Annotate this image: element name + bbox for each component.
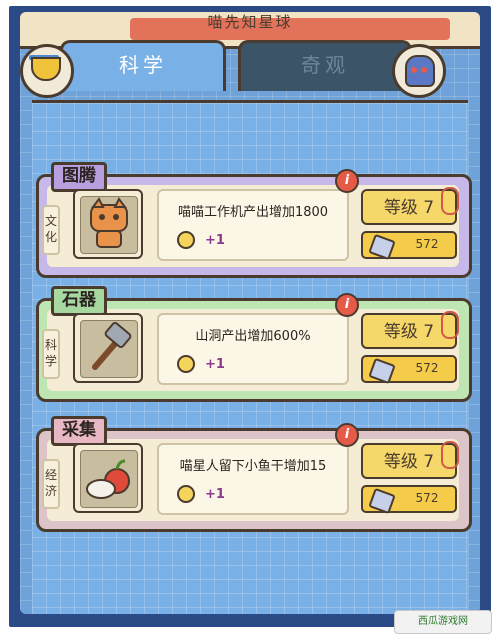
category-label: 采集 bbox=[51, 416, 107, 446]
paperclip-icon bbox=[441, 441, 459, 469]
paperclip-icon bbox=[441, 311, 459, 339]
cat-totem-icon bbox=[73, 189, 143, 259]
stone-hammer-graphic bbox=[92, 322, 132, 370]
icon-frame bbox=[80, 196, 138, 254]
icon-frame bbox=[80, 450, 138, 508]
side-label: 文化 bbox=[42, 205, 60, 255]
upgrade-card-totem: 图腾 文化 喵喵工作机产出增加1800 +1 i 等级 7 572 bbox=[36, 162, 472, 278]
robot-icon[interactable] bbox=[392, 44, 446, 98]
description-text: 喵喵工作机产出增加1800 bbox=[177, 205, 329, 220]
description-box: 山洞产出增加600% +1 bbox=[157, 313, 349, 385]
upgrade-card-stone-age: 石器 科学 山洞产出增加600% +1 i 等级 7 572 bbox=[36, 286, 472, 402]
info-icon[interactable]: i bbox=[335, 423, 359, 447]
robot-eye-right bbox=[421, 67, 427, 73]
robot-body bbox=[405, 55, 435, 87]
upgrade-card-gathering: 采集 经济 喵星人留下小鱼干增加15 +1 i 等级 7 572 bbox=[36, 416, 472, 532]
description-text: 山洞产出增加600% bbox=[195, 329, 311, 344]
cost-value: 572 bbox=[415, 361, 439, 375]
icon-frame bbox=[80, 320, 138, 378]
stone-hammer-icon bbox=[73, 313, 143, 383]
paperclip-icon bbox=[441, 187, 459, 215]
info-icon[interactable]: i bbox=[335, 293, 359, 317]
description-box: 喵星人留下小鱼干增加15 +1 bbox=[157, 443, 349, 515]
bulb-icon bbox=[177, 231, 195, 249]
bonus-value: +1 bbox=[205, 357, 225, 372]
bonus-value: +1 bbox=[205, 487, 225, 502]
apple-gather-graphic bbox=[86, 459, 130, 499]
category-label: 石器 bbox=[51, 286, 107, 316]
gem-icon bbox=[368, 357, 396, 385]
cost-value: 572 bbox=[415, 237, 439, 251]
info-icon[interactable]: i bbox=[335, 169, 359, 193]
side-label: 经济 bbox=[42, 459, 60, 509]
bulb-icon bbox=[177, 485, 195, 503]
apple-gather-icon bbox=[73, 443, 143, 513]
gem-icon bbox=[368, 233, 396, 261]
bonus-value: +1 bbox=[205, 233, 225, 248]
bowl-body bbox=[31, 57, 61, 81]
watermark: 西瓜游戏网 bbox=[394, 610, 492, 634]
side-label: 科学 bbox=[42, 329, 60, 379]
description-box: 喵喵工作机产出增加1800 +1 bbox=[157, 189, 349, 261]
cost-value: 572 bbox=[415, 491, 439, 505]
robot-eye-left bbox=[411, 67, 417, 73]
gem-icon bbox=[368, 487, 396, 515]
cat-totem-graphic bbox=[90, 197, 128, 248]
upgrade-cost-button[interactable]: 572 bbox=[361, 231, 457, 261]
tab-wonders[interactable]: 奇观 bbox=[238, 40, 412, 91]
science-bowl-icon[interactable] bbox=[20, 44, 74, 98]
page-title: 喵先知星球 bbox=[207, 13, 293, 31]
category-label: 图腾 bbox=[51, 162, 107, 192]
description-text: 喵星人留下小鱼干增加15 bbox=[179, 459, 327, 474]
upgrade-cost-button[interactable]: 572 bbox=[361, 355, 457, 385]
tab-science[interactable]: 科学 bbox=[60, 40, 226, 91]
upgrade-cost-button[interactable]: 572 bbox=[361, 485, 457, 515]
bulb-icon bbox=[177, 355, 195, 373]
